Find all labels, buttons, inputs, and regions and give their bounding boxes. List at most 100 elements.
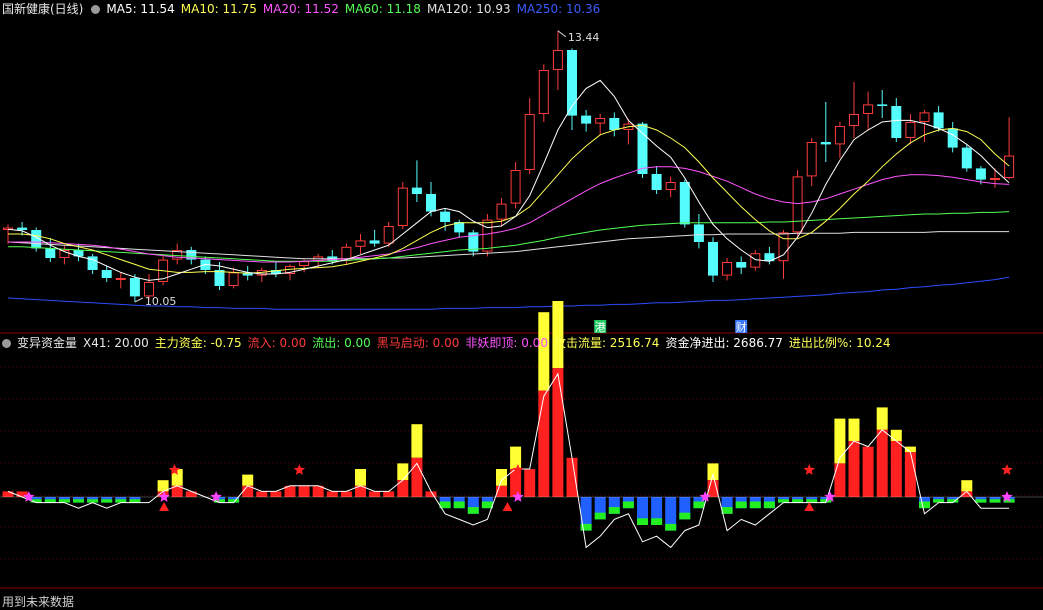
flow-bar-green <box>622 501 634 509</box>
candle-body-down <box>426 194 436 212</box>
flow-bar-green <box>467 507 479 514</box>
candle-body-up <box>665 182 676 190</box>
flow-bar-red <box>340 491 352 497</box>
candle-body-up <box>552 50 563 70</box>
flow-bar-yellow <box>538 312 550 391</box>
flow-bar-green <box>806 499 818 503</box>
monster-top-value: 非妖即顶: 0.00 <box>465 336 548 350</box>
indicator-panel-header: 变异资金量 X41: 20.00 主力资金: -0.75 流入: 0.00 流出: 0.… <box>2 335 897 351</box>
candle-body-up <box>1004 155 1015 179</box>
red-star-icon <box>293 464 306 475</box>
flow-bar-green <box>693 501 705 509</box>
candle-body-down <box>933 112 944 129</box>
chart-canvas: 13.44 10.05 港 财 <box>0 30 1043 589</box>
candle-body-down <box>17 227 28 230</box>
flow-bar-red <box>862 446 874 497</box>
candle-body-up <box>792 176 803 233</box>
flow-bar-green <box>933 499 945 503</box>
flow-bar-red <box>185 491 197 497</box>
flow-bar-red <box>566 457 578 497</box>
flow-bar-yellow <box>355 469 366 486</box>
flow-bar-yellow <box>848 418 860 441</box>
candle-body-up <box>496 203 507 220</box>
flow-bar-green <box>975 499 987 503</box>
event-marker-label: 港 <box>595 321 606 334</box>
flow-bar-red <box>890 441 902 497</box>
flow-bar-yellow <box>510 446 522 469</box>
inflow-value: 流入: 0.00 <box>247 336 307 350</box>
flow-bar-green <box>58 499 70 503</box>
flow-bar-green <box>453 501 465 509</box>
flow-bar-red <box>270 491 282 497</box>
flow-bar-green <box>721 507 733 514</box>
red-triangle-icon <box>804 502 815 511</box>
candle-body-down <box>369 240 380 244</box>
candle-body-up <box>383 226 394 244</box>
flow-bar-red <box>904 452 916 497</box>
high-label: 13.44 <box>568 31 600 44</box>
settings-circle-icon[interactable] <box>91 5 101 14</box>
candle-body-up <box>849 114 859 126</box>
dark-horse-value: 黑马启动: 0.00 <box>376 336 460 350</box>
candle-body-down <box>411 187 422 194</box>
flow-bar-red <box>298 485 310 497</box>
candle-body-down <box>637 123 648 174</box>
flow-bar-green <box>989 499 1001 503</box>
red-triangle-icon <box>159 502 170 511</box>
flow-bar-green <box>101 499 113 503</box>
candle-body-down <box>891 106 902 138</box>
candle-body-up <box>919 112 930 123</box>
candle-body-up <box>990 178 1000 180</box>
candle-body-up <box>397 187 408 227</box>
candle-body-up <box>299 261 310 267</box>
flow-bar-red <box>552 368 564 497</box>
flow-bar-red <box>256 491 268 497</box>
candle-body-up <box>806 142 817 177</box>
candle-body-up <box>115 278 126 280</box>
candle-body-down <box>45 248 56 258</box>
ma20-legend: MA20: 11.52 <box>262 2 339 16</box>
flow-bar-yellow <box>397 463 409 481</box>
flow-bar-red <box>538 390 550 497</box>
red-star-icon <box>803 464 815 475</box>
candle-body-up <box>482 219 493 252</box>
ma20-line <box>8 166 1010 263</box>
flow-bar-green <box>749 501 761 509</box>
future-data-note: 用到未来数据 <box>2 595 75 609</box>
flow-bar-red <box>383 491 395 497</box>
candle-body-up <box>524 114 535 170</box>
event-marker-label: 财 <box>736 320 747 334</box>
candle-body-up <box>228 272 239 286</box>
candle-body-down <box>581 115 592 124</box>
candle-body-down <box>947 128 958 148</box>
flow-bar-green <box>129 499 141 503</box>
ma10-legend: MA10: 11.75 <box>180 2 257 16</box>
flow-bar-yellow <box>890 429 902 441</box>
flow-bar-green <box>44 499 56 503</box>
flow-bar-green <box>115 499 127 503</box>
flow-bar-yellow <box>411 424 423 458</box>
candle-body-down <box>693 224 704 242</box>
flow-bar-green <box>665 523 677 531</box>
candle-body-down <box>736 262 747 268</box>
ma5-legend: MA5: 11.54 <box>106 2 175 16</box>
flow-bar-red <box>369 491 381 497</box>
flow-bar-yellow <box>242 474 254 486</box>
x41-value: X41: 20.00 <box>83 336 149 350</box>
flow-bar-yellow <box>961 480 973 492</box>
candle-body-down <box>708 242 718 276</box>
candle-body-down <box>129 278 140 297</box>
flow-bar-yellow <box>707 463 719 481</box>
flow-bar-green <box>679 512 691 520</box>
ma250-legend: MA250: 10.36 <box>516 2 601 16</box>
candle-body-up <box>863 104 874 115</box>
indicator-settings-circle-icon[interactable] <box>2 339 11 348</box>
ma120-legend: MA120: 10.93 <box>426 2 511 16</box>
flow-bar-green <box>594 512 606 520</box>
candle-body-up <box>722 262 733 276</box>
low-label: 10.05 <box>145 295 177 308</box>
candle-body-down <box>679 182 690 225</box>
candle-body-down <box>651 174 662 190</box>
outflow-value: 流出: 0.00 <box>312 336 371 350</box>
candle-body-down <box>101 270 112 278</box>
